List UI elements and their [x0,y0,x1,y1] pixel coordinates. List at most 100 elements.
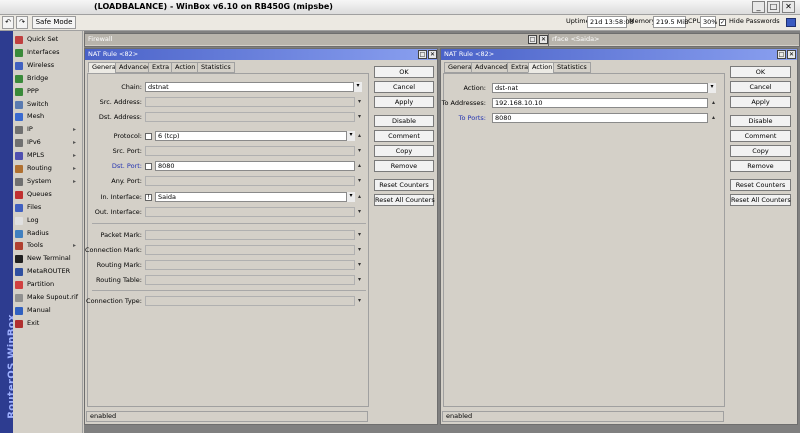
dst-port-negate-checkbox[interactable] [145,163,152,170]
remove-button[interactable]: Remove [730,160,791,172]
cancel-button[interactable]: Cancel [730,81,791,93]
sidebar-item-make-supout-rif[interactable]: Make Supout.rif [13,291,83,304]
window-restore-icon[interactable]: □ [528,35,537,44]
nat-rule-window-left-title[interactable]: NAT Rule <82> [85,49,437,60]
action-field[interactable]: dst-nat [492,83,716,93]
comment-button[interactable]: Comment [374,130,434,142]
sidebar-item-ip[interactable]: IP ▸ [13,123,83,136]
in-interface-field[interactable]: Saida [155,192,355,202]
sidebar-item-tools[interactable]: Tools ▸ [13,239,83,252]
cancel-button[interactable]: Cancel [374,81,434,93]
chevron-down-icon[interactable]: ▾ [358,208,361,215]
interface-window-title[interactable]: rface <Saida> [549,34,799,45]
minimize-icon[interactable]: _ [752,1,765,13]
sidebar-item-log[interactable]: Log [13,214,83,227]
undo-icon[interactable]: ↶ [2,16,14,29]
hide-passwords-checkbox[interactable]: ✓ [719,19,726,26]
src-address-field[interactable] [145,97,355,107]
window-restore-icon[interactable]: □ [418,50,427,59]
sidebar-item-bridge[interactable]: Bridge [13,72,83,85]
safe-mode-button[interactable]: Safe Mode [32,16,76,29]
to-ports-field[interactable]: 8080 [492,113,708,123]
chevron-down-icon[interactable]: ▾ [358,147,361,154]
nat-rule-window-right-title[interactable]: NAT Rule <82> [441,49,797,60]
sidebar-item-manual[interactable]: Manual [13,304,83,317]
remove-button[interactable]: Remove [374,160,434,172]
chevron-down-icon[interactable]: ▾ [346,131,355,141]
tab-extra[interactable]: Extra [148,62,174,73]
dst-port-field[interactable]: 8080 [155,161,355,171]
sidebar-item-interfaces[interactable]: Interfaces [13,46,83,59]
ok-button[interactable]: OK [374,66,434,78]
window-close-icon[interactable]: ✕ [787,50,796,59]
sidebar-item-partition[interactable]: Partition [13,278,83,291]
chain-field[interactable]: dstnat [145,82,362,92]
chevron-up-icon[interactable]: ▴ [358,162,361,169]
apply-button[interactable]: Apply [374,96,434,108]
tab-advanced[interactable]: Advanced [471,62,512,73]
chevron-down-icon[interactable]: ▾ [707,83,716,93]
sidebar-item-files[interactable]: Files [13,201,83,214]
chevron-down-icon[interactable]: ▾ [346,192,355,202]
sidebar-item-mpls[interactable]: MPLS ▸ [13,149,83,162]
chevron-down-icon[interactable]: ▾ [358,276,361,283]
chevron-up-icon[interactable]: ▴ [712,114,715,121]
sidebar-item-switch[interactable]: Switch [13,98,83,111]
to-addresses-field[interactable]: 192.168.10.10 [492,98,708,108]
ok-button[interactable]: OK [730,66,791,78]
chevron-up-icon[interactable]: ▴ [712,99,715,106]
close-icon[interactable]: ✕ [782,1,795,13]
disable-button[interactable]: Disable [730,115,791,127]
window-close-icon[interactable]: ✕ [428,50,437,59]
window-restore-icon[interactable]: □ [777,50,786,59]
tab-action[interactable]: Action [171,62,200,73]
maximize-icon[interactable]: □ [767,1,780,13]
connection-type-field[interactable] [145,296,355,306]
reset-counters-button[interactable]: Reset Counters [730,179,791,191]
firewall-window[interactable]: Firewall □ ✕ [84,33,552,47]
sidebar-item-metarouter[interactable]: MetaROUTER [13,265,83,278]
interface-window[interactable]: rface <Saida> [548,33,800,47]
connection-mark-field[interactable] [145,245,355,255]
dst-address-field[interactable] [145,112,355,122]
redo-icon[interactable]: ↷ [16,16,28,29]
sidebar-item-new-terminal[interactable]: New Terminal [13,252,83,265]
copy-button[interactable]: Copy [374,145,434,157]
chevron-down-icon[interactable]: ▾ [358,261,361,268]
apply-button[interactable]: Apply [730,96,791,108]
sidebar-item-routing[interactable]: Routing ▸ [13,162,83,175]
copy-button[interactable]: Copy [730,145,791,157]
in-interface-negate-checkbox[interactable]: ! [145,194,152,201]
chevron-down-icon[interactable]: ▾ [358,246,361,253]
chevron-down-icon[interactable]: ▾ [358,297,361,304]
chevron-down-icon[interactable]: ▾ [358,113,361,120]
chevron-down-icon[interactable]: ▾ [358,98,361,105]
chevron-down-icon[interactable]: ▾ [358,231,361,238]
nat-rule-window-left[interactable]: NAT Rule <82> □ ✕ General Advanced Extra… [84,48,438,425]
window-close-icon[interactable]: ✕ [539,35,548,44]
sidebar-item-mesh[interactable]: Mesh [13,110,83,123]
tab-statistics[interactable]: Statistics [197,62,235,73]
reset-all-counters-button[interactable]: Reset All Counters [374,194,435,206]
sidebar-item-queues[interactable]: Queues [13,188,83,201]
chevron-down-icon[interactable]: ▾ [353,82,362,92]
any-port-field[interactable] [145,176,355,186]
protocol-negate-checkbox[interactable] [145,133,152,140]
sidebar-item-radius[interactable]: Radius [13,227,83,240]
tab-statistics[interactable]: Statistics [553,62,591,73]
nat-rule-window-right[interactable]: NAT Rule <82> □ ✕ General Advanced Extra… [440,48,798,425]
packet-mark-field[interactable] [145,230,355,240]
chevron-down-icon[interactable]: ▾ [358,177,361,184]
sidebar-item-wireless[interactable]: Wireless [13,59,83,72]
routing-table-field[interactable] [145,275,355,285]
sidebar-item-system[interactable]: System ▸ [13,175,83,188]
chevron-up-icon[interactable]: ▴ [358,193,361,200]
sidebar-item-exit[interactable]: Exit [13,317,83,330]
reset-counters-button[interactable]: Reset Counters [374,179,434,191]
chevron-up-icon[interactable]: ▴ [358,132,361,139]
reset-all-counters-button[interactable]: Reset All Counters [730,194,791,206]
protocol-field[interactable]: 6 (tcp) [155,131,355,141]
out-interface-field[interactable] [145,207,355,217]
sidebar-item-ipv6[interactable]: IPv6 ▸ [13,136,83,149]
routing-mark-field[interactable] [145,260,355,270]
